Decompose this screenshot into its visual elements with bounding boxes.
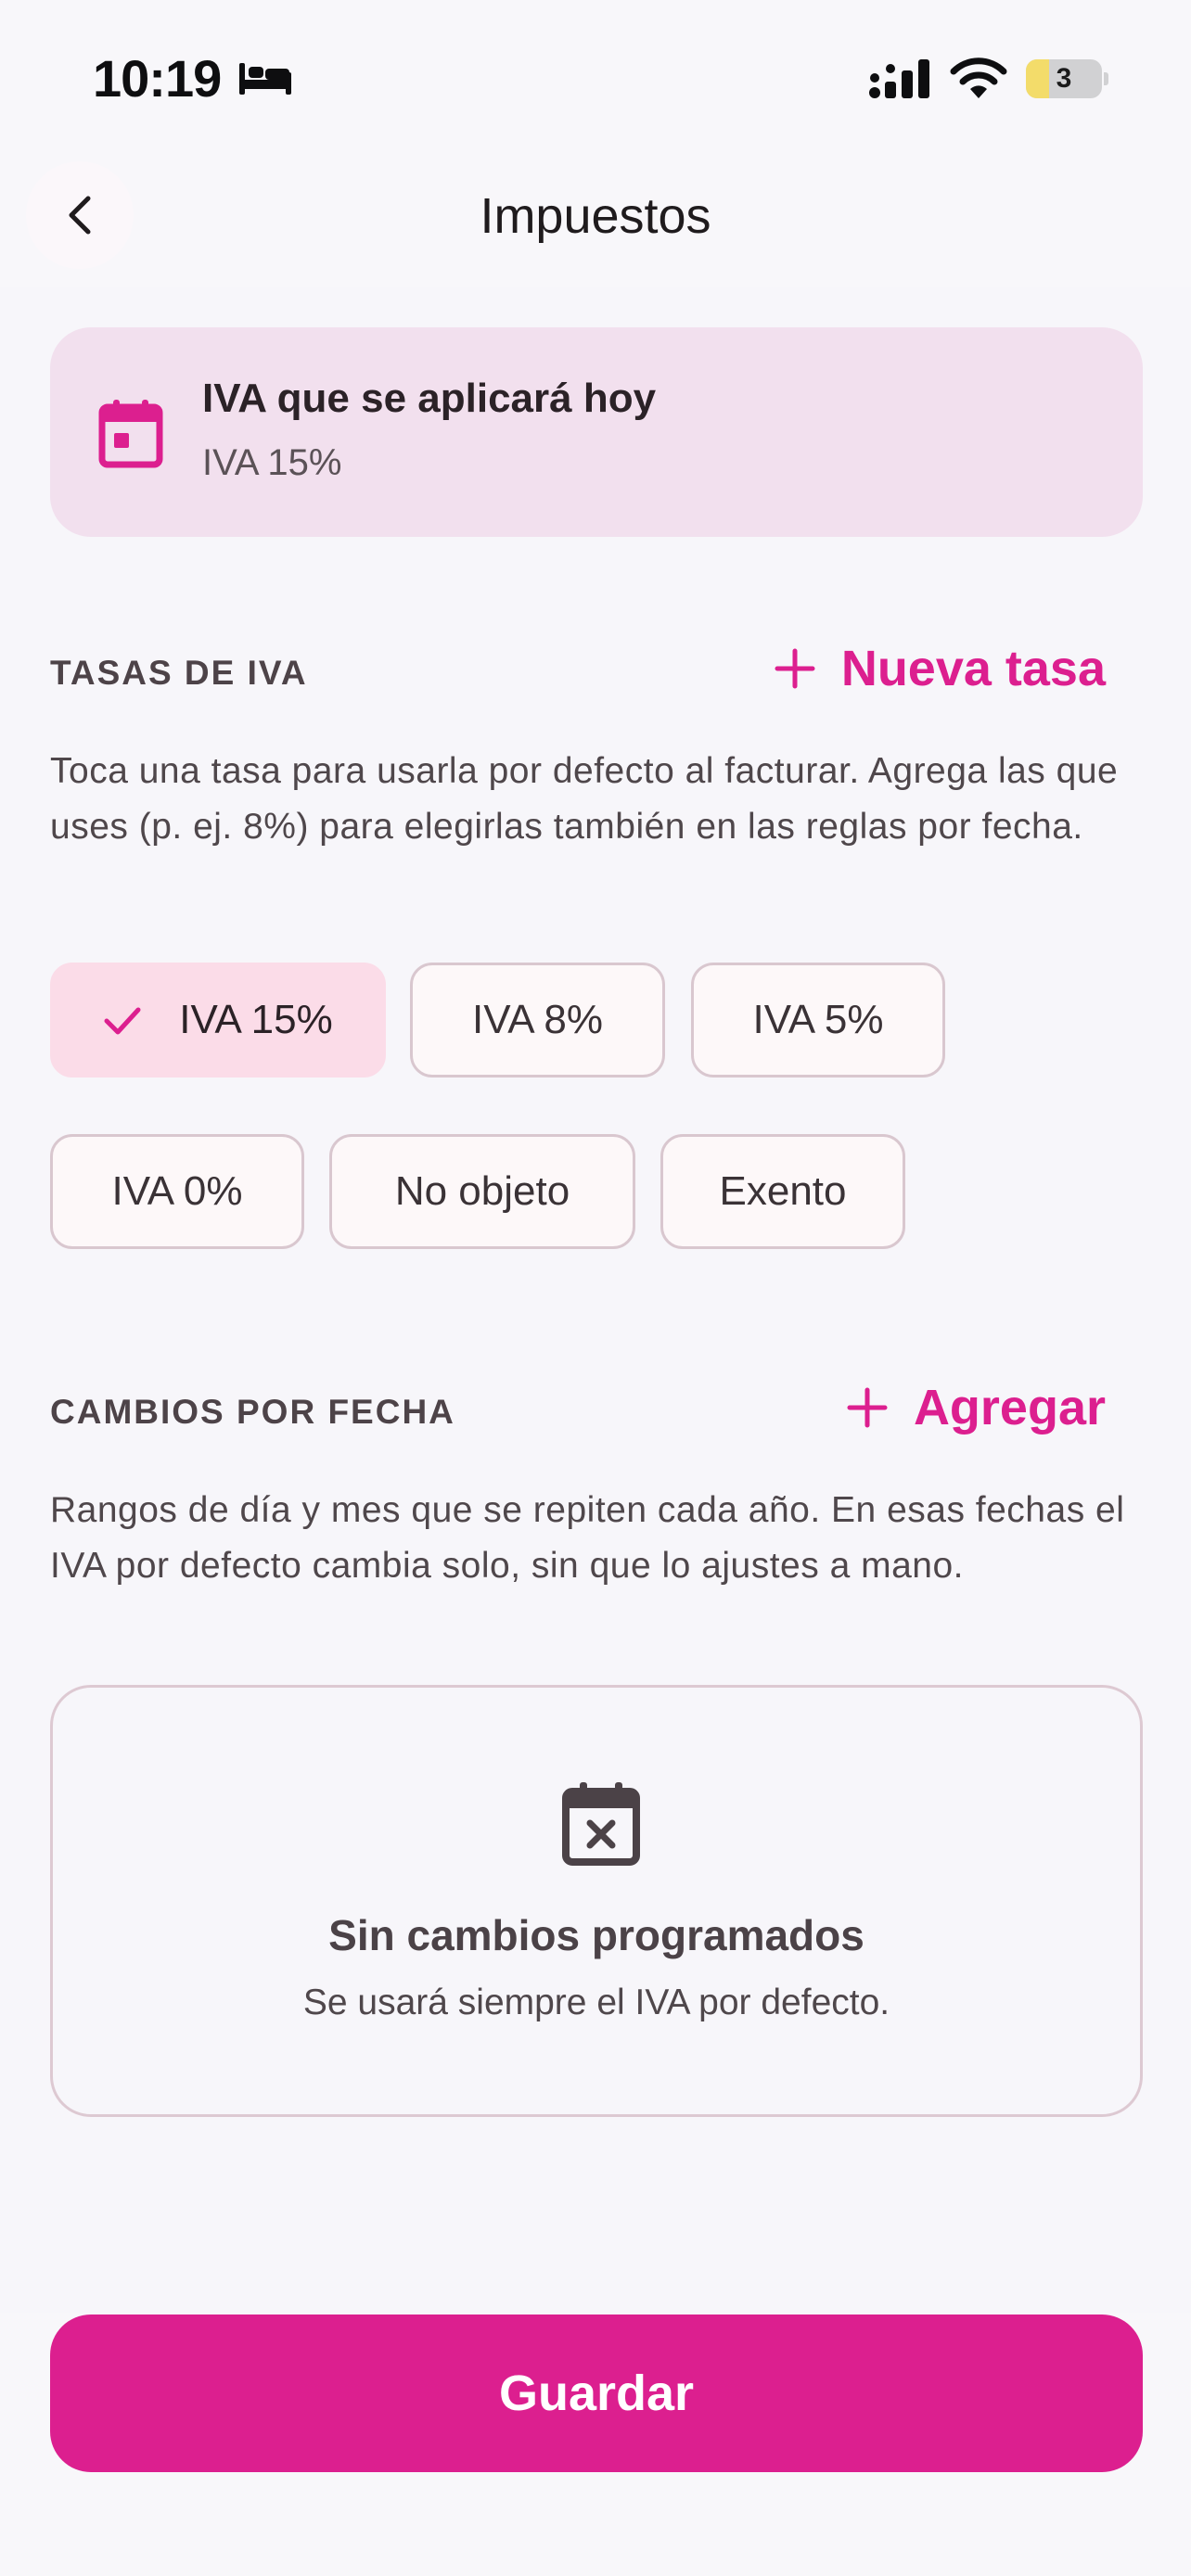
rate-chip-label: No objeto bbox=[394, 1168, 570, 1214]
rate-chip-exento[interactable]: Exento bbox=[660, 1134, 905, 1249]
rate-chip-no-objeto[interactable]: No objeto bbox=[329, 1134, 635, 1249]
wifi-icon bbox=[950, 57, 1007, 98]
save-button[interactable]: Guardar bbox=[50, 2315, 1143, 2472]
rate-chip-iva-8[interactable]: IVA 8% bbox=[410, 963, 665, 1078]
rate-chip-iva-5[interactable]: IVA 5% bbox=[691, 963, 945, 1078]
status-time: 10:19 bbox=[93, 49, 222, 108]
rate-chip-label: IVA 5% bbox=[752, 997, 884, 1042]
changes-description: Rangos de día y mes que se repiten cada … bbox=[50, 1490, 1125, 1586]
empty-state-subtitle: Se usará siempre el IVA por defecto. bbox=[302, 1983, 890, 2022]
battery-icon: 3 bbox=[1026, 59, 1109, 98]
rate-chip-iva-15[interactable]: IVA 15% bbox=[50, 963, 386, 1078]
today-iva-value: IVA 15% bbox=[202, 442, 342, 483]
new-rate-label: Nueva tasa bbox=[840, 641, 1106, 696]
rate-chip-label: IVA 0% bbox=[111, 1168, 243, 1214]
plus-icon bbox=[847, 1387, 888, 1428]
changes-section-title: CAMBIOS POR FECHA bbox=[50, 1393, 455, 1431]
calendar-icon bbox=[98, 400, 163, 468]
rates-section-title: TASAS DE IVA bbox=[50, 654, 308, 692]
page-title: Impuestos bbox=[480, 188, 711, 244]
add-change-label: Agregar bbox=[913, 1380, 1106, 1435]
rate-chip-label: IVA 8% bbox=[471, 997, 604, 1042]
today-iva-card: IVA que se aplicará hoy IVA 15% bbox=[50, 327, 1143, 537]
signal-icon bbox=[869, 59, 929, 98]
rate-chip-label: IVA 15% bbox=[179, 997, 333, 1042]
bed-icon bbox=[239, 63, 291, 95]
empty-state-title: Sin cambios programados bbox=[328, 1911, 864, 1959]
new-rate-button[interactable]: Nueva tasa bbox=[775, 640, 1106, 697]
rates-description: Toca una tasa para usarla por defecto al… bbox=[50, 751, 1119, 847]
add-change-button[interactable]: Agregar bbox=[847, 1379, 1106, 1436]
status-bar: 10:19 3 bbox=[0, 0, 1191, 148]
rate-chip-label: Exento bbox=[719, 1168, 847, 1214]
today-iva-title: IVA que se aplicará hoy bbox=[202, 376, 657, 421]
calendar-x-icon bbox=[562, 1782, 640, 1866]
battery-level: 3 bbox=[1056, 63, 1072, 94]
plus-icon bbox=[775, 648, 815, 689]
empty-state-card: Sin cambios programados Se usará siempre… bbox=[50, 1685, 1143, 2117]
screen: 10:19 3 Impuestos IVA que se aplicará ho… bbox=[0, 0, 1191, 2576]
check-icon bbox=[104, 1007, 141, 1035]
back-button[interactable] bbox=[26, 161, 134, 269]
header: Impuestos bbox=[0, 148, 1191, 287]
rate-chip-iva-0[interactable]: IVA 0% bbox=[50, 1134, 304, 1249]
chevron-left-icon bbox=[69, 196, 91, 235]
